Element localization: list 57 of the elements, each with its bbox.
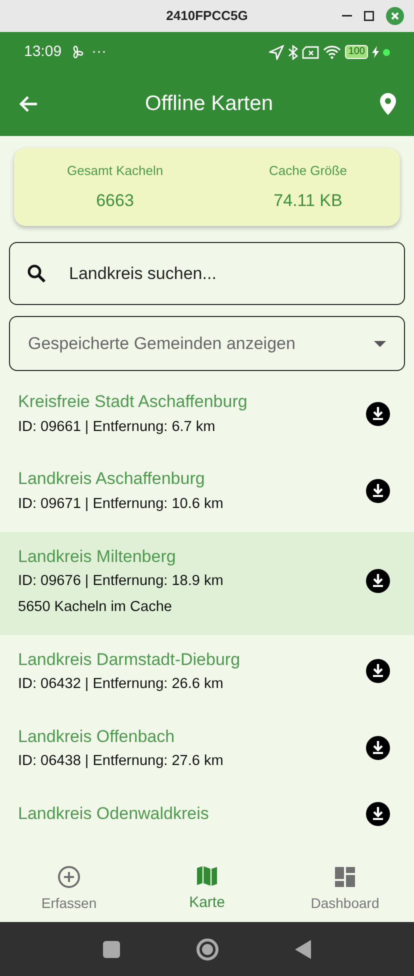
search-field[interactable]: Landkreis suchen... [9, 242, 405, 305]
district-details: ID: 06432 | Entfernung: 26.6 km [18, 675, 224, 694]
district-list-item[interactable]: Kreisfreie Stadt Aschaffenburg ID: 09661 | Entfernung: 6.7 km [0, 377, 414, 454]
location-arrow-icon [269, 44, 284, 60]
map-icon [195, 864, 219, 888]
download-icon[interactable] [366, 569, 390, 593]
district-name: Landkreis Offenbach [18, 726, 176, 748]
district-details: ID: 09671 | Entfernung: 10.6 km [18, 494, 224, 514]
status-dot-icon [383, 48, 390, 56]
nav-tab[interactable]: Erfassen [0, 856, 138, 922]
download-icon[interactable] [366, 659, 390, 684]
stat-label: Cache Größe [268, 162, 348, 180]
download-icon[interactable] [366, 478, 390, 503]
bluetooth-icon [288, 44, 298, 60]
status-time: 13:09 [24, 42, 62, 62]
map-pin-icon[interactable] [380, 93, 396, 115]
back-arrow-icon[interactable] [18, 95, 38, 113]
download-icon[interactable] [366, 802, 390, 826]
window-title: 2410FPCC5G [166, 7, 248, 26]
nav-tab[interactable]: Karte [138, 856, 276, 922]
nav-tab[interactable]: Dashboard [276, 856, 414, 922]
maximize-icon[interactable] [364, 11, 374, 21]
back-icon[interactable] [295, 940, 311, 958]
recents-icon[interactable] [103, 940, 120, 958]
dropdown-placeholder: Gespeicherte Gemeinden anzeigen [28, 332, 296, 355]
district-list-item[interactable]: Landkreis Miltenberg ID: 09676 | Entfernung: 18.9 km 5650 Kacheln im Cache [0, 532, 414, 634]
add-circle-icon [57, 864, 81, 888]
minimize-icon[interactable] [342, 15, 352, 17]
district-list-item[interactable]: Landkreis Aschaffenburg ID: 09671 | Entfernung: 10.6 km [0, 454, 414, 532]
search-icon [27, 264, 46, 283]
district-details: ID: 06438 | Entfernung: 27.6 km [18, 752, 224, 772]
stat-value: 6663 [95, 190, 135, 212]
battery-level: 100 [345, 45, 368, 59]
sim-card-icon [302, 46, 320, 58]
district-name: Landkreis Miltenberg [18, 546, 177, 568]
stat-label: Gesamt Kacheln [66, 162, 164, 180]
charging-icon [372, 46, 379, 58]
wifi-icon [323, 45, 342, 59]
dashboard-icon [333, 864, 357, 888]
district-list-item[interactable]: Landkreis Offenbach ID: 06438 | Entfernung: 27.6 km [0, 712, 414, 789]
district-name: Kreisfreie Stadt Aschaffenburg [18, 391, 248, 413]
district-name: Landkreis Odenwaldkreis [18, 803, 210, 825]
district-details: ID: 09661 | Entfernung: 6.7 km [18, 418, 216, 436]
district-name: Landkreis Darmstadt-Dieburg [18, 648, 242, 670]
saved-municipalities-dropdown[interactable]: Gespeicherte Gemeinden anzeigen [9, 316, 405, 371]
download-icon[interactable] [366, 736, 390, 760]
cache-info: 5650 Kacheln im Cache [18, 598, 173, 617]
notification-dots: ··· [92, 42, 107, 62]
close-icon[interactable] [386, 7, 404, 25]
download-icon[interactable] [366, 402, 390, 426]
home-icon[interactable] [196, 938, 219, 960]
stat-value: 74.11 KB [272, 190, 344, 212]
district-name: Landkreis Aschaffenburg [18, 468, 206, 490]
district-details: ID: 09676 | Entfernung: 18.9 km [18, 572, 224, 591]
caret-icon [374, 340, 386, 346]
district-list-item[interactable]: Landkreis Darmstadt-Dieburg ID: 06432 | Entfernung: 26.6 km [0, 634, 414, 712]
app-title: Offline Karten [144, 91, 274, 117]
